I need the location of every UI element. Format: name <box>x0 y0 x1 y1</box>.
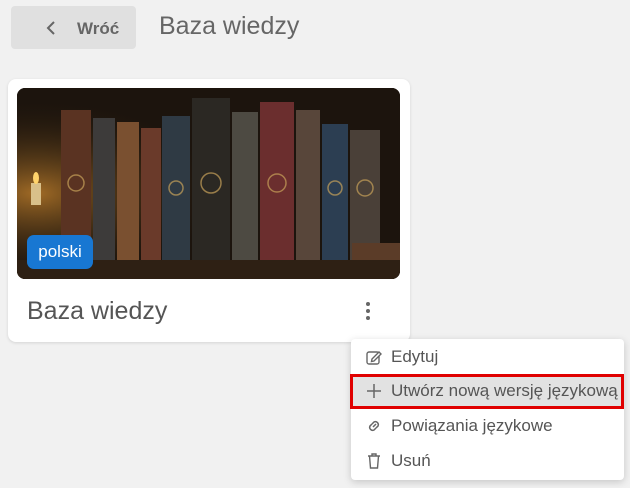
menu-item-language-links[interactable]: Powiązania językowe <box>351 409 624 442</box>
menu-item-label: Usuń <box>391 450 431 470</box>
chevron-left-icon <box>46 21 55 35</box>
plus-icon <box>367 383 381 398</box>
menu-item-delete[interactable]: Usuń <box>351 444 624 477</box>
trash-icon <box>368 452 380 469</box>
menu-item-label: Utwórz nową wersję językową <box>391 380 618 400</box>
menu-item-edit[interactable]: Edytuj <box>351 340 624 373</box>
card-title: Baza wiedzy <box>27 297 168 325</box>
back-button[interactable]: Wróć <box>11 6 136 49</box>
link-icon <box>368 420 380 431</box>
more-options-icon[interactable] <box>358 299 378 323</box>
pencil-icon <box>366 350 382 365</box>
page-title: Baza wiedzy <box>159 12 300 40</box>
menu-item-label: Edytuj <box>391 346 439 366</box>
menu-item-new-language-version[interactable]: Utwórz nową wersję językową <box>351 374 624 407</box>
back-button-label: Wróć <box>77 19 120 38</box>
language-badge: polski <box>27 235 93 269</box>
menu-item-label: Powiązania językowe <box>391 415 553 435</box>
